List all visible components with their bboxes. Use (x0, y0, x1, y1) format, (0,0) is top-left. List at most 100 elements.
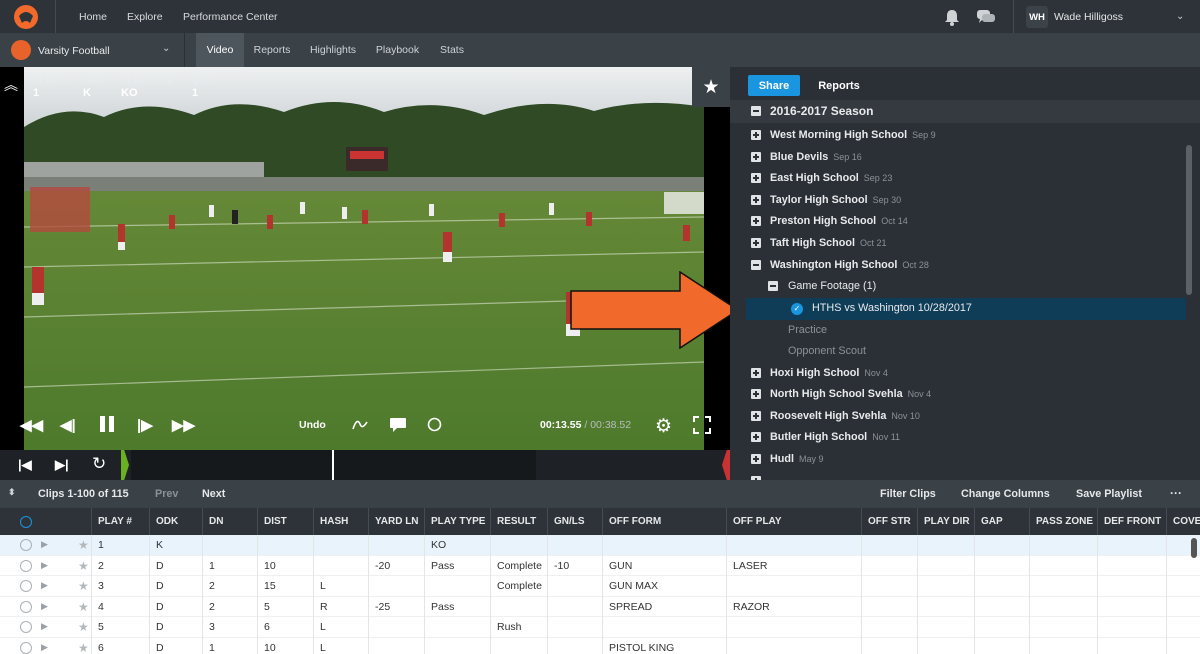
chat-icon[interactable] (976, 8, 996, 29)
star-icon[interactable]: ★ (78, 620, 89, 634)
timeline-start-marker[interactable] (121, 450, 129, 480)
play-clip-icon[interactable]: ▶ (41, 621, 48, 632)
expand-icon[interactable] (751, 152, 761, 162)
table-cell[interactable]: 6 (257, 617, 313, 638)
table-cell[interactable] (1097, 576, 1166, 597)
row-select-radio[interactable] (20, 621, 32, 634)
table-cell[interactable]: L (313, 576, 368, 597)
table-cell[interactable] (1029, 535, 1097, 556)
table-cell[interactable]: RAZOR (726, 596, 861, 618)
circle-tool-icon[interactable] (427, 417, 442, 437)
table-cell[interactable] (257, 535, 313, 556)
comment-icon[interactable] (390, 418, 406, 437)
table-cell[interactable]: K (149, 535, 202, 556)
table-cell[interactable]: D (149, 596, 202, 618)
tab-stats[interactable]: Stats (434, 33, 470, 67)
filter-clips-button[interactable]: Filter Clips (880, 488, 936, 500)
play-clip-icon[interactable]: ▶ (41, 642, 48, 653)
expand-icon[interactable] (751, 411, 761, 421)
next-button[interactable]: Next (202, 488, 225, 500)
table-cell[interactable]: D (149, 617, 202, 638)
table-cell[interactable] (1166, 638, 1200, 654)
table-cell[interactable]: 5 (91, 617, 149, 638)
table-cell[interactable]: D (149, 576, 202, 597)
star-icon[interactable]: ★ (692, 67, 730, 107)
table-cell[interactable] (602, 617, 726, 638)
undo-button[interactable]: Undo (299, 419, 326, 431)
col-header[interactable]: PLAY DIR (917, 508, 974, 535)
star-icon[interactable]: ★ (78, 641, 89, 654)
table-cell[interactable]: Complete (490, 576, 547, 597)
col-header[interactable]: ODK (149, 508, 202, 535)
table-cell[interactable] (861, 596, 917, 618)
change-columns-button[interactable]: Change Columns (961, 488, 1050, 500)
play-clip-icon[interactable]: ▶ (41, 539, 48, 550)
table-cell[interactable] (917, 535, 974, 556)
game-row[interactable]: Blue Devils Sep 16 (730, 147, 1200, 168)
table-cell[interactable] (547, 535, 602, 556)
settings-gear-icon[interactable]: ⚙ (655, 415, 672, 438)
table-cell[interactable] (974, 555, 1029, 577)
fullscreen-icon[interactable] (693, 416, 711, 439)
step-back-icon[interactable]: ◀| (60, 416, 76, 434)
timeline-end-marker[interactable] (722, 450, 730, 480)
table-cell[interactable] (1097, 617, 1166, 638)
table-cell[interactable] (726, 638, 861, 654)
play-clip-icon[interactable]: ▶ (41, 601, 48, 612)
col-header[interactable]: GAP (974, 508, 1029, 535)
table-cell[interactable]: Pass (424, 555, 490, 577)
col-header[interactable]: YARD LN (368, 508, 424, 535)
nav-performance-center[interactable]: Performance Center (183, 11, 278, 23)
table-cell[interactable]: 4 (91, 596, 149, 618)
table-cell[interactable]: Complete (490, 555, 547, 577)
row-select-radio[interactable] (20, 600, 32, 613)
game-row[interactable]: Roosevelt High Svehla Nov 10 (730, 406, 1200, 427)
table-cell[interactable] (490, 638, 547, 654)
folder-row[interactable]: Game Footage (1) (730, 276, 1200, 297)
table-cell[interactable] (490, 596, 547, 618)
game-row-expanded[interactable]: Washington High School Oct 28 (730, 255, 1200, 276)
table-cell[interactable]: LASER (726, 555, 861, 577)
table-cell[interactable]: 2 (202, 576, 257, 597)
collapse-icon[interactable] (768, 281, 778, 291)
playhead[interactable] (332, 450, 334, 480)
game-row[interactable]: North High School Svehla Nov 4 (730, 384, 1200, 405)
col-header[interactable]: DN (202, 508, 257, 535)
game-row[interactable]: Butler High School Nov 11 (730, 427, 1200, 448)
col-header[interactable]: OFF FORM (602, 508, 726, 535)
table-cell[interactable] (861, 535, 917, 556)
table-cell[interactable] (1097, 638, 1166, 654)
table-row[interactable]: ▶ ★ 3 D 2 15 L Complete GUN MAX (0, 576, 1200, 597)
col-header[interactable]: OFF STR (861, 508, 917, 535)
game-row[interactable]: Taft High School Oct 21 (730, 233, 1200, 254)
col-header[interactable]: DIST (257, 508, 313, 535)
table-cell[interactable] (861, 555, 917, 577)
table-cell[interactable]: 5 (257, 596, 313, 618)
sort-icon[interactable]: ⬍ (8, 487, 16, 498)
collapse-up-icon[interactable]: ︽ (4, 75, 18, 95)
pause-icon[interactable] (98, 415, 116, 438)
team-selector[interactable]: Varsity Football (38, 45, 110, 57)
chevron-down-icon[interactable]: ⌄ (162, 43, 170, 54)
table-cell[interactable] (424, 617, 490, 638)
table-row[interactable]: ▶ ★ 5 D 3 6 L Rush (0, 617, 1200, 638)
bell-icon[interactable] (944, 9, 960, 29)
game-row[interactable]: Hudl May 9 (730, 449, 1200, 470)
table-cell[interactable]: 15 (257, 576, 313, 597)
table-cell[interactable] (547, 638, 602, 654)
chevron-down-icon[interactable]: ⌄ (1176, 11, 1184, 22)
table-cell[interactable] (726, 617, 861, 638)
hudl-logo-icon[interactable] (12, 4, 40, 30)
play-clip-icon[interactable]: ▶ (41, 560, 48, 571)
table-cell[interactable] (726, 535, 861, 556)
expand-icon[interactable] (751, 389, 761, 399)
fast-forward-icon[interactable]: ▶▶ (172, 416, 195, 434)
table-cell[interactable] (424, 576, 490, 597)
first-clip-icon[interactable]: |◀ (18, 457, 32, 473)
table-cell[interactable]: L (313, 638, 368, 654)
table-cell[interactable] (974, 576, 1029, 597)
table-cell[interactable] (202, 535, 257, 556)
table-cell[interactable] (861, 576, 917, 597)
table-cell[interactable]: PISTOL KING (602, 638, 726, 654)
table-cell[interactable]: 2 (202, 596, 257, 618)
